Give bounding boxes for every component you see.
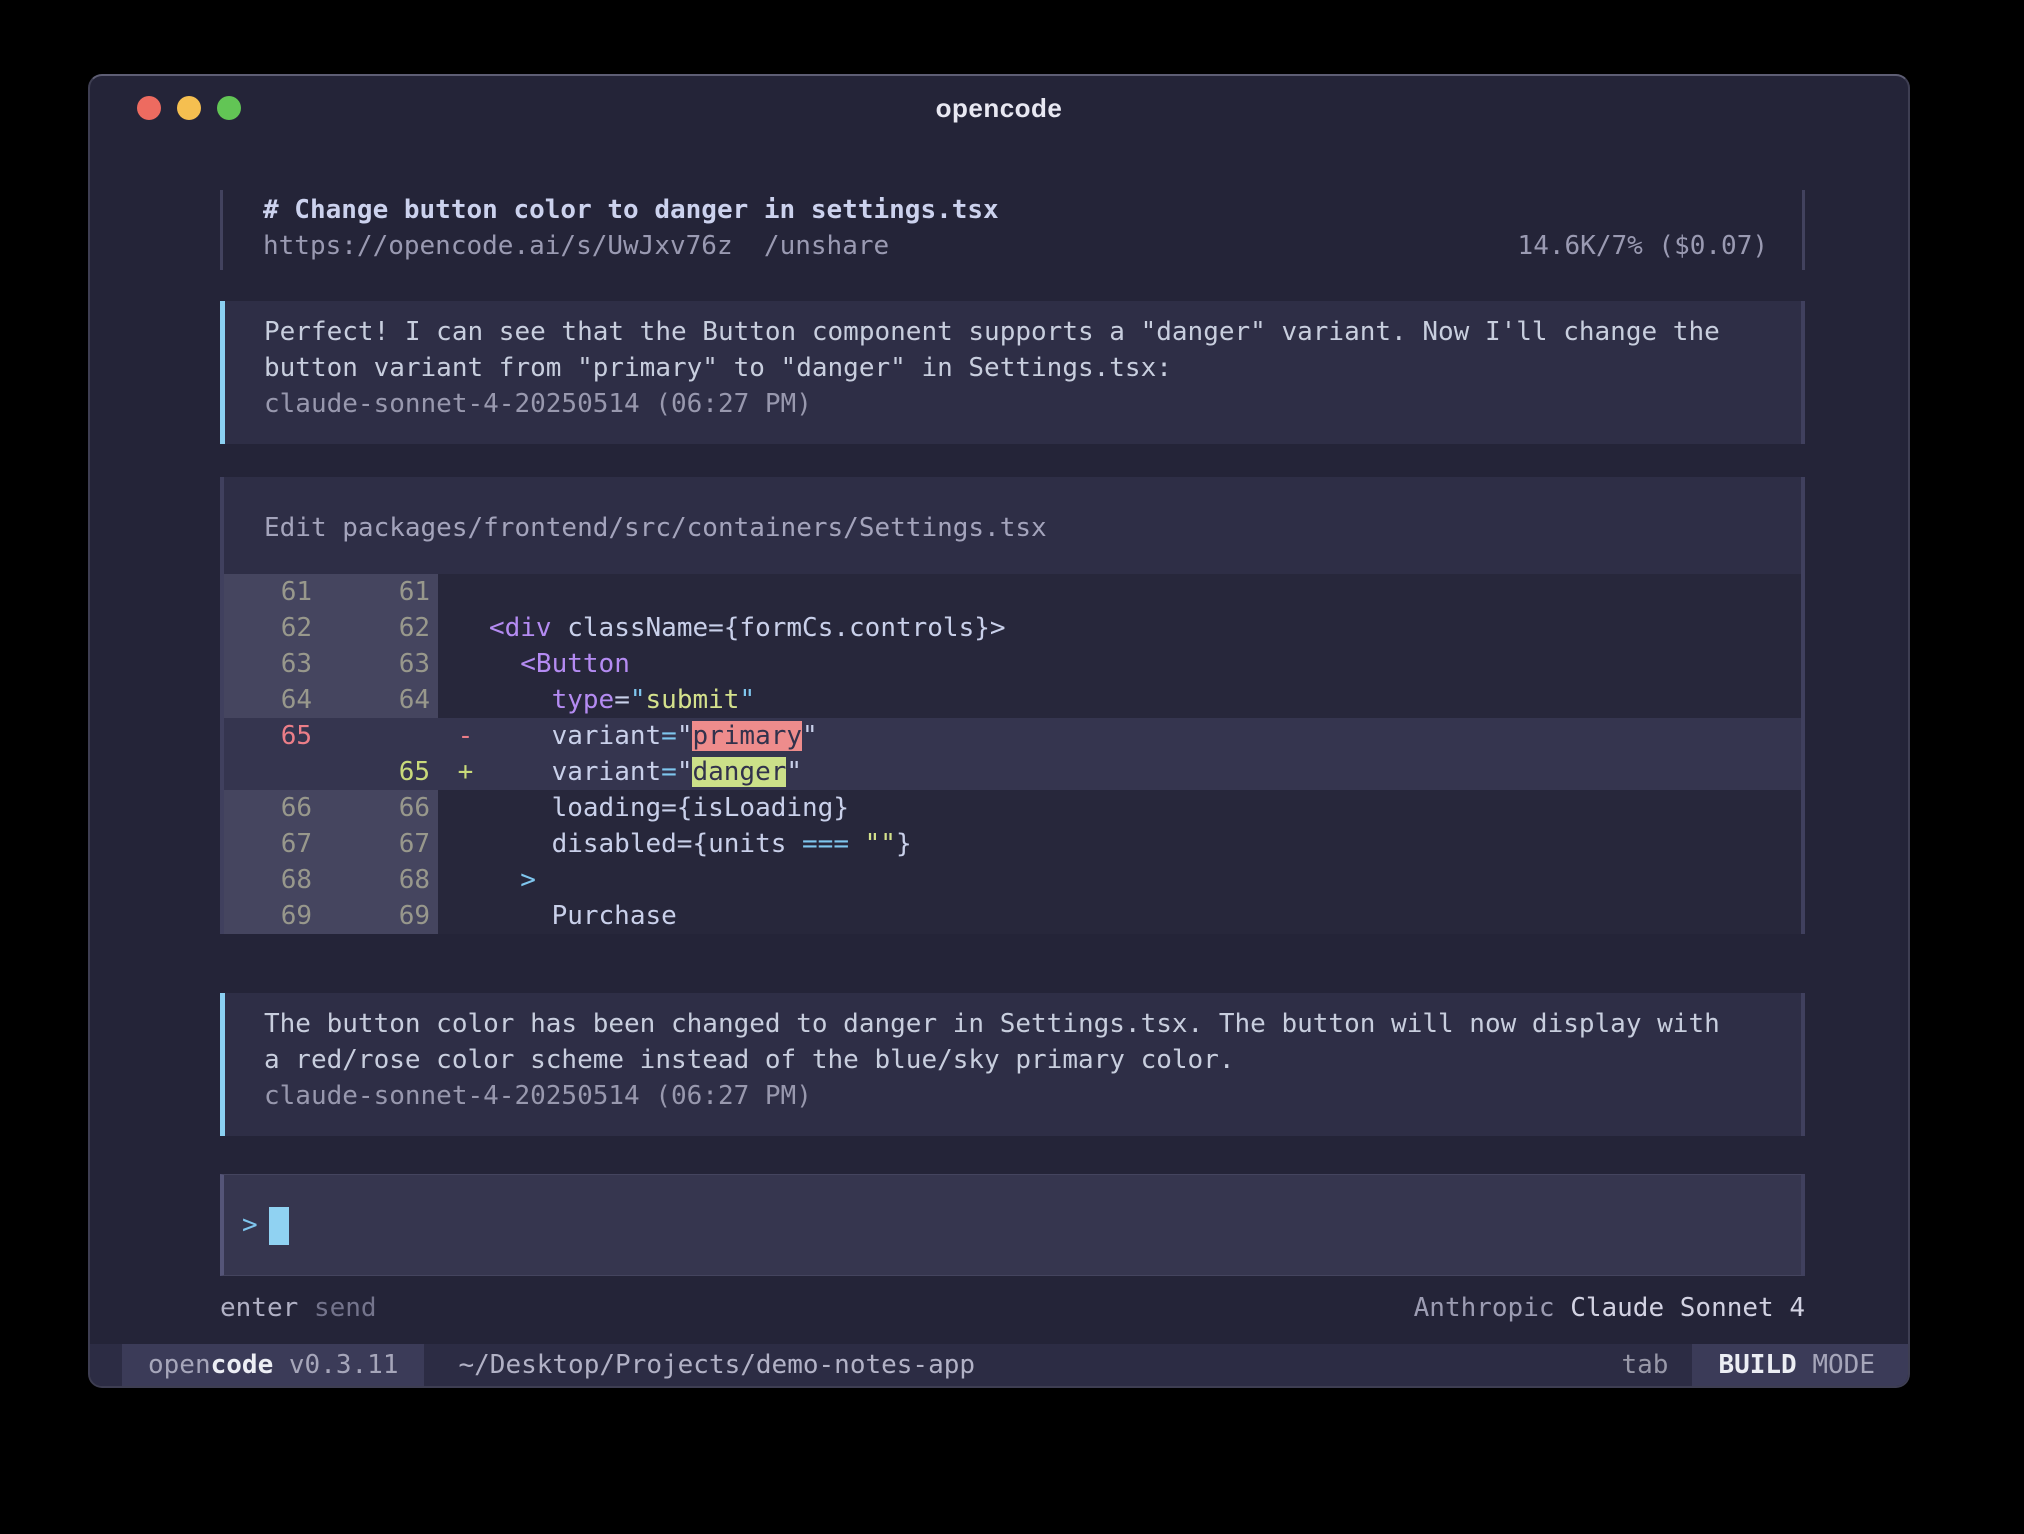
build-mode-chip: BUILD MODE xyxy=(1692,1344,1908,1386)
tui-content: # Change button color to danger in setti… xyxy=(90,140,1908,1326)
model-gap xyxy=(1555,1293,1571,1323)
share-url: https://opencode.ai/s/UwJxv76z xyxy=(263,228,733,264)
send-label: send xyxy=(314,1290,377,1326)
unshare-command: /unshare xyxy=(764,228,889,264)
diff-code: Purchase xyxy=(438,898,1801,934)
diff-code: > xyxy=(438,862,1801,898)
opencode-terminal-window: opencode # Change button color to danger… xyxy=(88,74,1910,1388)
session-meta-row: https://opencode.ai/s/UwJxv76z /unshare … xyxy=(263,228,1768,264)
status-bar: opencode v0.3.11 ~/Desktop/Projects/demo… xyxy=(90,1344,1908,1386)
edit-tool-title: Edit packages/frontend/src/containers/Se… xyxy=(224,510,1801,546)
titlebar: opencode xyxy=(90,76,1908,140)
tab-key-hint[interactable]: tab xyxy=(1621,1344,1668,1386)
diff-row: 6767 disabled={units === ""} xyxy=(224,826,1801,862)
diff-row: 6161 xyxy=(224,574,1801,610)
model-indicator: Anthropic Claude Sonnet 4 xyxy=(1414,1290,1805,1326)
session-title: # Change button color to danger in setti… xyxy=(263,192,1768,228)
app-name-open: open xyxy=(148,1350,211,1380)
diff-row: 65 + variant="danger" xyxy=(224,754,1801,790)
url-gap xyxy=(733,228,764,264)
text-cursor xyxy=(269,1207,289,1245)
traffic-lights xyxy=(137,96,241,120)
diff-code: <div className={formCs.controls}> xyxy=(438,610,1801,646)
message-model-meta: claude-sonnet-4-20250514 (06:27 PM) xyxy=(264,386,1763,422)
diff-code: <Button xyxy=(438,646,1801,682)
close-button[interactable] xyxy=(137,96,161,120)
mode-rest: MODE xyxy=(1797,1350,1875,1380)
diff-code: disabled={units === ""} xyxy=(438,826,1801,862)
assistant-message-2: The button color has been changed to dan… xyxy=(220,993,1805,1136)
diff-row: 6868 > xyxy=(224,862,1801,898)
diff-row: 6969 Purchase xyxy=(224,898,1801,934)
diff-old-line-number: 69 xyxy=(224,898,320,934)
diff-view: 61616262 <div className={formCs.controls… xyxy=(224,574,1801,934)
diff-old-line-number: 62 xyxy=(224,610,320,646)
diff-code xyxy=(438,574,1801,610)
assistant-message-1: Perfect! I can see that the Button compo… xyxy=(220,301,1805,444)
diff-code: loading={isLoading} xyxy=(438,790,1801,826)
diff-new-line-number: 69 xyxy=(320,898,438,934)
diff-new-line-number: 68 xyxy=(320,862,438,898)
diff-row: 65 - variant="primary" xyxy=(224,718,1801,754)
edit-tool-call: Edit packages/frontend/src/containers/Se… xyxy=(220,477,1805,934)
diff-new-line-number xyxy=(320,718,438,754)
working-directory: ~/Desktop/Projects/demo-notes-app xyxy=(458,1344,975,1386)
prompt-symbol: > xyxy=(242,1207,258,1243)
diff-new-line-number: 62 xyxy=(320,610,438,646)
diff-code: type="submit" xyxy=(438,682,1801,718)
diff-new-line-number: 61 xyxy=(320,574,438,610)
mode-bold: BUILD xyxy=(1718,1350,1796,1380)
message-line: button variant from "primary" to "danger… xyxy=(264,350,1763,386)
diff-old-line-number xyxy=(224,754,320,790)
diff-code: - variant="primary" xyxy=(438,718,1801,754)
zoom-button[interactable] xyxy=(217,96,241,120)
message-model-meta: claude-sonnet-4-20250514 (06:27 PM) xyxy=(264,1078,1763,1114)
diff-old-line-number: 64 xyxy=(224,682,320,718)
message-line: The button color has been changed to dan… xyxy=(264,1006,1763,1042)
message-line: a red/rose color scheme instead of the b… xyxy=(264,1042,1763,1078)
footer-hints: enter send Anthropic Claude Sonnet 4 xyxy=(220,1290,1805,1326)
prompt-input[interactable]: > xyxy=(220,1174,1805,1276)
diff-row: 6363 <Button xyxy=(224,646,1801,682)
diff-row: 6666 loading={isLoading} xyxy=(224,790,1801,826)
diff-old-line-number: 67 xyxy=(224,826,320,862)
send-action-hint xyxy=(298,1290,314,1326)
model-name: Claude Sonnet 4 xyxy=(1570,1293,1805,1323)
diff-new-line-number: 66 xyxy=(320,790,438,826)
minimize-button[interactable] xyxy=(177,96,201,120)
window-title: opencode xyxy=(936,93,1063,124)
message-line: Perfect! I can see that the Button compo… xyxy=(264,314,1763,350)
app-version: v0.3.11 xyxy=(273,1350,398,1380)
diff-new-line-number: 65 xyxy=(320,754,438,790)
provider-name: Anthropic xyxy=(1414,1293,1555,1323)
diff-new-line-number: 63 xyxy=(320,646,438,682)
diff-old-line-number: 61 xyxy=(224,574,320,610)
diff-new-line-number: 67 xyxy=(320,826,438,862)
diff-old-line-number: 65 xyxy=(224,718,320,754)
enter-key-hint: enter xyxy=(220,1290,298,1326)
statusbar-spacer xyxy=(975,1344,1621,1386)
app-version-chip: opencode v0.3.11 xyxy=(122,1344,424,1386)
context-stats: 14.6K/7% ($0.07) xyxy=(1518,228,1768,264)
app-name-code: code xyxy=(211,1350,274,1380)
diff-new-line-number: 64 xyxy=(320,682,438,718)
diff-old-line-number: 66 xyxy=(224,790,320,826)
diff-row: 6464 type="submit" xyxy=(224,682,1801,718)
diff-code: + variant="danger" xyxy=(438,754,1801,790)
diff-old-line-number: 68 xyxy=(224,862,320,898)
session-header: # Change button color to danger in setti… xyxy=(220,190,1805,270)
diff-old-line-number: 63 xyxy=(224,646,320,682)
diff-row: 6262 <div className={formCs.controls}> xyxy=(224,610,1801,646)
